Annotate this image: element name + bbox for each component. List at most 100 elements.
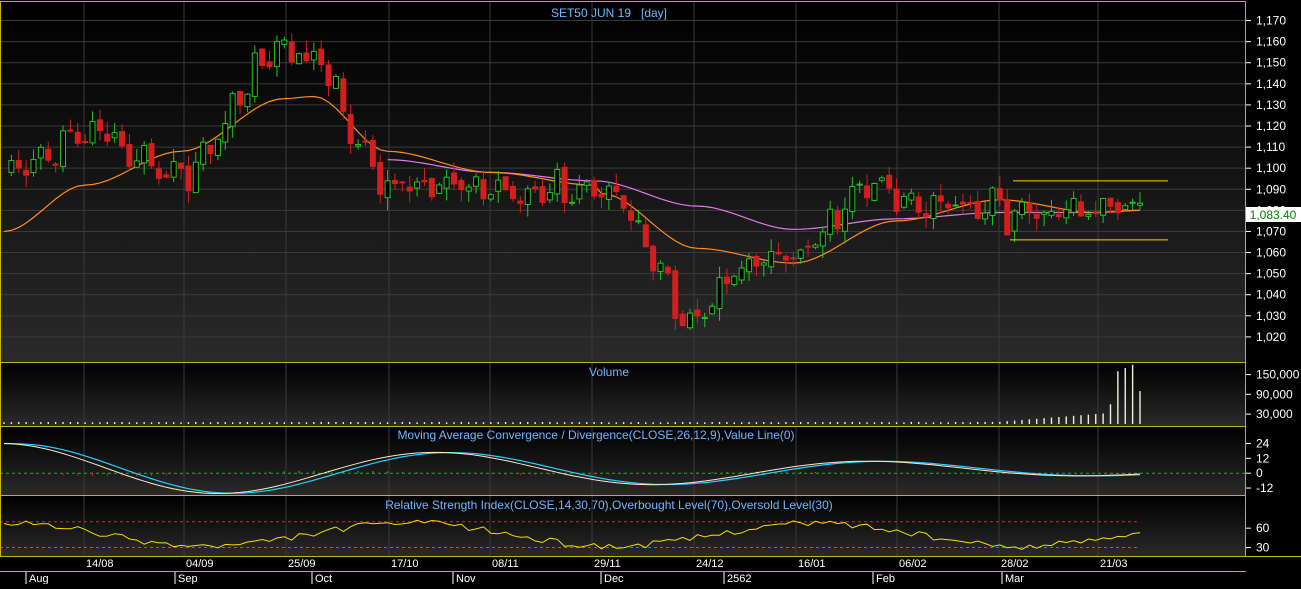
up-candle: [569, 201, 575, 204]
up-candle: [982, 212, 989, 220]
up-candle: [760, 262, 767, 266]
down-candle: [915, 196, 922, 213]
down-candle: [259, 48, 266, 66]
down-candle: [945, 203, 952, 209]
down-candle: [517, 200, 524, 204]
up-candle: [1129, 201, 1136, 204]
up-candle: [273, 40, 280, 68]
period-axis-label: Nov: [456, 573, 476, 584]
period-axis-label: 2562: [727, 573, 751, 584]
down-candle: [1107, 197, 1114, 207]
down-candle: [67, 129, 74, 132]
up-candle: [222, 123, 229, 143]
up-candle: [443, 176, 450, 189]
down-candle: [628, 210, 635, 221]
macd-axis-label: 12: [1256, 451, 1270, 465]
period-axis-label: Sep: [178, 573, 198, 584]
down-candle: [421, 179, 428, 183]
up-candle: [192, 161, 199, 194]
down-candle: [1033, 214, 1040, 219]
down-candle: [1055, 214, 1062, 218]
price-axis-label: 1,050: [1256, 267, 1286, 281]
down-candle: [598, 193, 605, 198]
down-candle: [1114, 202, 1121, 214]
up-candle: [414, 181, 421, 189]
down-candle: [650, 245, 657, 272]
down-candle: [672, 270, 679, 319]
up-candle: [856, 183, 863, 186]
down-candle: [539, 186, 546, 203]
down-candle: [893, 188, 900, 212]
down-candle: [775, 251, 782, 255]
up-candle: [465, 186, 472, 192]
down-candle: [967, 202, 974, 205]
down-candle: [15, 159, 22, 169]
down-candle: [532, 186, 539, 190]
up-candle: [141, 144, 148, 164]
down-candle: [399, 181, 406, 184]
up-candle: [908, 192, 915, 201]
down-candle: [620, 195, 627, 209]
last-price-label: 1,083.40: [1250, 208, 1297, 222]
down-candle: [502, 176, 509, 191]
date-axis-label: 21/03: [1100, 558, 1128, 570]
up-candle: [281, 39, 288, 45]
up-candle: [849, 185, 856, 213]
down-candle: [805, 245, 812, 248]
price-axis-label: 1,090: [1256, 182, 1286, 196]
up-candle: [495, 179, 502, 192]
period-axis-label: Oct: [315, 573, 332, 584]
price-axis-label: 1,060: [1256, 246, 1286, 260]
down-candle: [325, 64, 332, 86]
down-candle: [834, 209, 841, 230]
period-axis-label: Aug: [29, 573, 49, 584]
down-candle: [1092, 212, 1099, 215]
down-candle: [74, 131, 81, 144]
down-candle: [974, 201, 981, 219]
up-candle: [841, 208, 848, 232]
down-candle: [723, 276, 730, 284]
down-candle: [288, 41, 295, 63]
date-axis-label: 24/12: [696, 558, 724, 570]
date-axis-label: 17/10: [391, 558, 419, 570]
up-candle: [200, 141, 207, 165]
down-candle: [155, 168, 162, 179]
up-candle: [30, 159, 37, 174]
down-candle: [613, 185, 620, 192]
up-candle: [37, 146, 44, 159]
down-candle: [753, 255, 760, 267]
up-candle: [251, 52, 258, 97]
up-candle: [111, 132, 118, 139]
up-candle: [1048, 211, 1055, 216]
up-candle: [738, 267, 745, 281]
up-candle: [436, 184, 443, 194]
price-axis-label: 1,070: [1256, 224, 1286, 238]
up-candle: [812, 244, 819, 248]
up-candle: [296, 53, 303, 65]
date-axis-label: 28/02: [1001, 558, 1029, 570]
up-candle: [473, 176, 480, 187]
up-candle: [701, 316, 708, 319]
down-candle: [406, 186, 413, 192]
date-axis-label: 06/02: [899, 558, 927, 570]
up-candle: [133, 160, 140, 168]
price-axis-label: 1,140: [1256, 77, 1286, 91]
price-axis-label: 1,170: [1256, 14, 1286, 28]
volume-axis-label: 30,000: [1256, 407, 1293, 421]
macd-axis-label: 0: [1256, 466, 1263, 480]
price-axis-label: 1,130: [1256, 98, 1286, 112]
up-candle: [878, 177, 885, 181]
price-axis-label: 1,020: [1256, 330, 1286, 344]
up-candle: [1070, 197, 1077, 213]
up-candle: [1041, 211, 1048, 215]
up-candle: [60, 130, 67, 168]
up-candle: [332, 76, 339, 89]
down-candle: [864, 185, 871, 199]
volume-axis-label: 150,000: [1256, 368, 1300, 382]
down-candle: [937, 195, 944, 202]
down-candle: [96, 119, 103, 132]
down-candle: [391, 179, 398, 185]
price-axis-label: 1,030: [1256, 309, 1286, 323]
down-candle: [45, 148, 52, 161]
down-candle: [790, 257, 797, 260]
